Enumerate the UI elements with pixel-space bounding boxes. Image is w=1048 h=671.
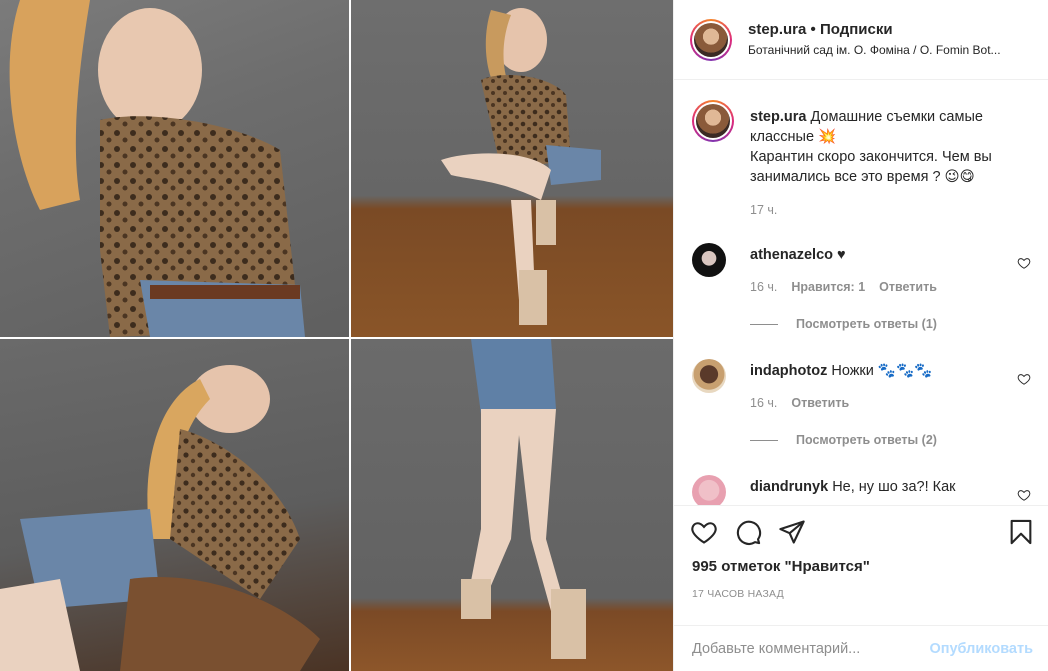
post-side-panel: step.ura • Подписки Ботанічний сад ім. О… bbox=[673, 0, 1048, 671]
comment-bubble-icon[interactable] bbox=[734, 518, 762, 546]
like-comment-heart-icon[interactable] bbox=[1017, 488, 1031, 502]
photo-panel-bottom-left bbox=[0, 339, 349, 671]
post-header: step.ura • Подписки Ботанічний сад ім. О… bbox=[674, 0, 1048, 80]
comment-time[interactable]: 16 ч. bbox=[750, 280, 777, 294]
share-send-icon[interactable] bbox=[778, 518, 806, 546]
comment-item: diandrunyk Не, ну шо за?! Как bbox=[690, 475, 1035, 505]
caption: step.ura Домашние съемки самые классные … bbox=[690, 100, 1035, 250]
caption-username[interactable]: step.ura bbox=[750, 109, 806, 125]
commenter-avatar[interactable] bbox=[692, 243, 726, 277]
commenter-avatar[interactable] bbox=[692, 359, 726, 393]
photo-panel-bottom-right bbox=[351, 339, 673, 671]
divider-line bbox=[750, 439, 778, 441]
author-avatar[interactable] bbox=[690, 18, 732, 61]
comment-item: indaphotoz Ножки 🐾🐾🐾 16 ч. Ответить Посм… bbox=[690, 359, 1035, 469]
comment-item: athenazelco ♥ 16 ч. Нравится: 1 Ответить… bbox=[690, 243, 1035, 353]
like-heart-icon[interactable] bbox=[690, 518, 718, 546]
view-replies-button[interactable]: Посмотреть ответы (1) bbox=[750, 317, 937, 331]
separator-dot: • bbox=[810, 20, 816, 38]
save-bookmark-icon[interactable] bbox=[1007, 518, 1035, 546]
caption-text-line2: Карантин скоро закончится. Чем вы занима… bbox=[750, 149, 992, 185]
comment-username[interactable]: athenazelco bbox=[750, 247, 833, 263]
reply-button[interactable]: Ответить bbox=[791, 396, 849, 410]
comment-text: ♥ bbox=[837, 247, 846, 263]
like-comment-heart-icon[interactable] bbox=[1017, 256, 1031, 270]
post-photo[interactable] bbox=[0, 0, 673, 671]
post-actions: 995 отметок "Нравится" 17 ЧАСОВ НАЗАД bbox=[674, 505, 1048, 625]
reply-button[interactable]: Ответить bbox=[879, 280, 937, 294]
like-comment-heart-icon[interactable] bbox=[1017, 372, 1031, 386]
view-replies-label: Посмотреть ответы (1) bbox=[796, 317, 937, 331]
comment-text: Не, ну шо за?! Как bbox=[832, 479, 956, 495]
comments-list[interactable]: step.ura Домашние съемки самые классные … bbox=[674, 81, 1048, 505]
add-comment-input[interactable] bbox=[692, 640, 930, 657]
publish-comment-button[interactable]: Опубликовать bbox=[929, 641, 1033, 657]
comment-text: Ножки 🐾🐾🐾 bbox=[831, 363, 933, 379]
comment-time[interactable]: 16 ч. bbox=[750, 396, 777, 410]
photo-panel-top-left bbox=[0, 0, 349, 337]
post-time[interactable]: 17 ЧАСОВ НАЗАД bbox=[692, 588, 784, 600]
post-location[interactable]: Ботанічний сад ім. О. Фоміна / O. Fomin … bbox=[748, 41, 1038, 59]
follow-status-button[interactable]: Подписки bbox=[820, 21, 893, 38]
add-comment-bar: Опубликовать bbox=[674, 625, 1048, 671]
view-replies-button[interactable]: Посмотреть ответы (2) bbox=[750, 433, 937, 447]
divider-line bbox=[750, 323, 778, 325]
likes-count[interactable]: 995 отметок "Нравится" bbox=[692, 558, 870, 575]
photo-panel-top-right bbox=[351, 0, 673, 337]
commenter-avatar[interactable] bbox=[692, 475, 726, 505]
comment-username[interactable]: indaphotoz bbox=[750, 363, 827, 379]
caption-avatar[interactable] bbox=[692, 100, 734, 142]
view-replies-label: Посмотреть ответы (2) bbox=[796, 433, 937, 447]
comment-username[interactable]: diandrunyk bbox=[750, 479, 828, 495]
caption-time[interactable]: 17 ч. bbox=[750, 203, 777, 217]
comment-likes[interactable]: Нравится: 1 bbox=[791, 280, 865, 294]
author-username[interactable]: step.ura bbox=[748, 21, 806, 38]
